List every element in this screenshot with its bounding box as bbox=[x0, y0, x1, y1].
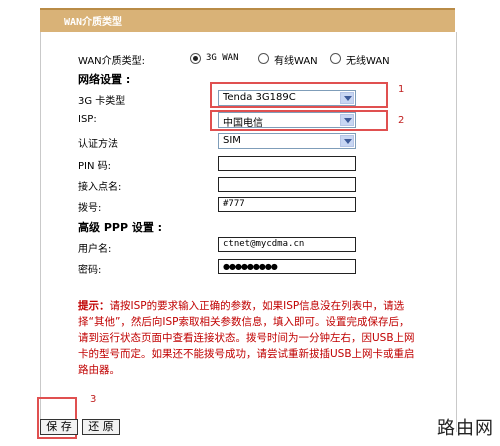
annotation-1: 1 bbox=[398, 84, 405, 95]
highlight-box-isp bbox=[210, 110, 388, 131]
restore-button[interactable]: 还 原 bbox=[82, 419, 120, 435]
highlight-box-card-type bbox=[210, 82, 388, 108]
radio-wired-wan-label: 有线WAN bbox=[274, 56, 318, 67]
username-input[interactable]: ctnet@mycdma.cn bbox=[218, 237, 356, 252]
page-title: WAN介质类型 bbox=[64, 17, 123, 28]
auth-select[interactable]: SIM bbox=[218, 133, 356, 149]
password-value: ●●●●●●●●● bbox=[223, 262, 278, 271]
username-value: ctnet@mycdma.cn bbox=[223, 239, 305, 249]
radio-3g-wan[interactable] bbox=[190, 53, 201, 64]
radio-wireless-wan[interactable] bbox=[330, 53, 341, 64]
annotation-3: 3 bbox=[90, 394, 97, 405]
notice-body: 请按ISP的要求输入正确的参数，如果ISP信息没在列表中，请选择“其他”，然后向… bbox=[78, 300, 415, 376]
pin-label: PIN 码: bbox=[78, 161, 112, 172]
watermark-text: 路由网 bbox=[437, 418, 494, 439]
notice-prefix: 提示： bbox=[78, 300, 110, 312]
username-label: 用户名: bbox=[78, 244, 112, 255]
radio-wired-wan[interactable] bbox=[258, 53, 269, 64]
notice-text-block: 提示：请按ISP的要求输入正确的参数，如果ISP信息没在列表中，请选择“其他”，… bbox=[78, 298, 418, 378]
apn-label: 接入点名: bbox=[78, 182, 122, 193]
dial-value: #777 bbox=[223, 199, 245, 209]
pin-input[interactable] bbox=[218, 156, 356, 171]
chevron-down-icon[interactable] bbox=[340, 135, 354, 147]
dial-input[interactable]: #777 bbox=[218, 197, 356, 212]
network-section-title: 网络设置 : bbox=[78, 73, 131, 86]
save-button[interactable]: 保 存 bbox=[40, 419, 78, 435]
isp-label: ISP: bbox=[78, 114, 97, 125]
apn-input[interactable] bbox=[218, 177, 356, 192]
password-input[interactable]: ●●●●●●●●● bbox=[218, 259, 356, 274]
auth-label: 认证方法 bbox=[78, 139, 118, 150]
ppp-section-title: 高级 PPP 设置 : bbox=[78, 221, 163, 234]
auth-value: SIM bbox=[223, 135, 241, 146]
card-type-label: 3G 卡类型 bbox=[78, 96, 126, 107]
header-bar: WAN介质类型 bbox=[40, 8, 455, 32]
page-frame: WAN介质类型 WAN介质类型: 3G WAN 有线WAN 无线WAN 网络设置… bbox=[0, 0, 500, 446]
annotation-2: 2 bbox=[398, 115, 405, 126]
wan-type-label: WAN介质类型: bbox=[78, 56, 146, 67]
dial-label: 拨号: bbox=[78, 203, 102, 214]
radio-3g-wan-label: 3G WAN bbox=[206, 53, 239, 63]
radio-wireless-wan-label: 无线WAN bbox=[346, 56, 390, 67]
password-label: 密码: bbox=[78, 265, 102, 276]
